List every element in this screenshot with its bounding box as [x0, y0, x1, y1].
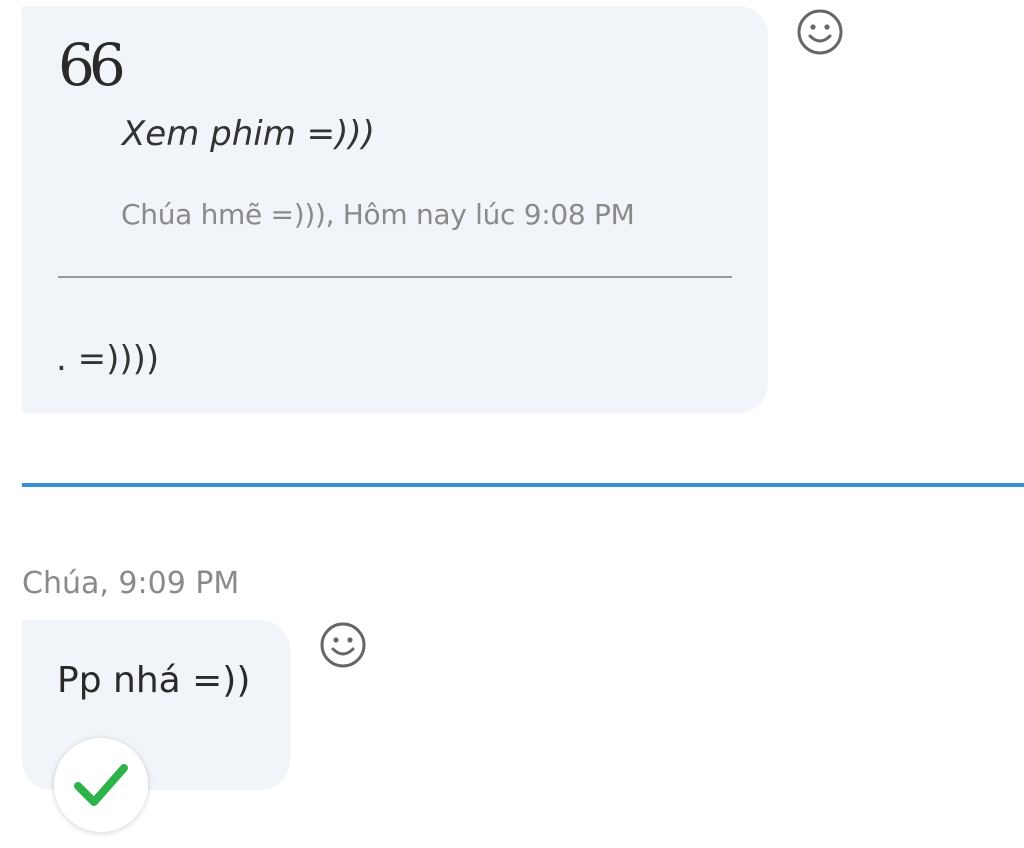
add-reaction-button[interactable]: [319, 621, 367, 669]
smiley-icon: [797, 9, 843, 55]
quoted-message-text: Xem phim =))): [122, 114, 375, 154]
new-messages-divider: [22, 483, 1024, 487]
message-bubble-quoted-reply[interactable]: 66 Xem phim =))) Chúa hmẽ =))), Hôm nay …: [22, 6, 768, 413]
quote-icon: 66: [58, 31, 126, 99]
reply-message-text: . =)))): [56, 339, 160, 379]
chat-conversation: 66 Xem phim =))) Chúa hmẽ =))), Hôm nay …: [0, 0, 1024, 848]
quoted-message-meta: Chúa hmẽ =))), Hôm nay lúc 9:08 PM: [121, 198, 635, 231]
smiley-icon: [320, 622, 366, 668]
message-text: Pp nhá =)): [57, 660, 251, 701]
message-seen-badge: [54, 738, 148, 832]
add-reaction-button[interactable]: [796, 8, 844, 56]
quote-divider: [58, 276, 732, 278]
message-sender-time: Chúa, 9:09 PM: [22, 566, 240, 601]
checkmark-icon: [74, 764, 128, 806]
